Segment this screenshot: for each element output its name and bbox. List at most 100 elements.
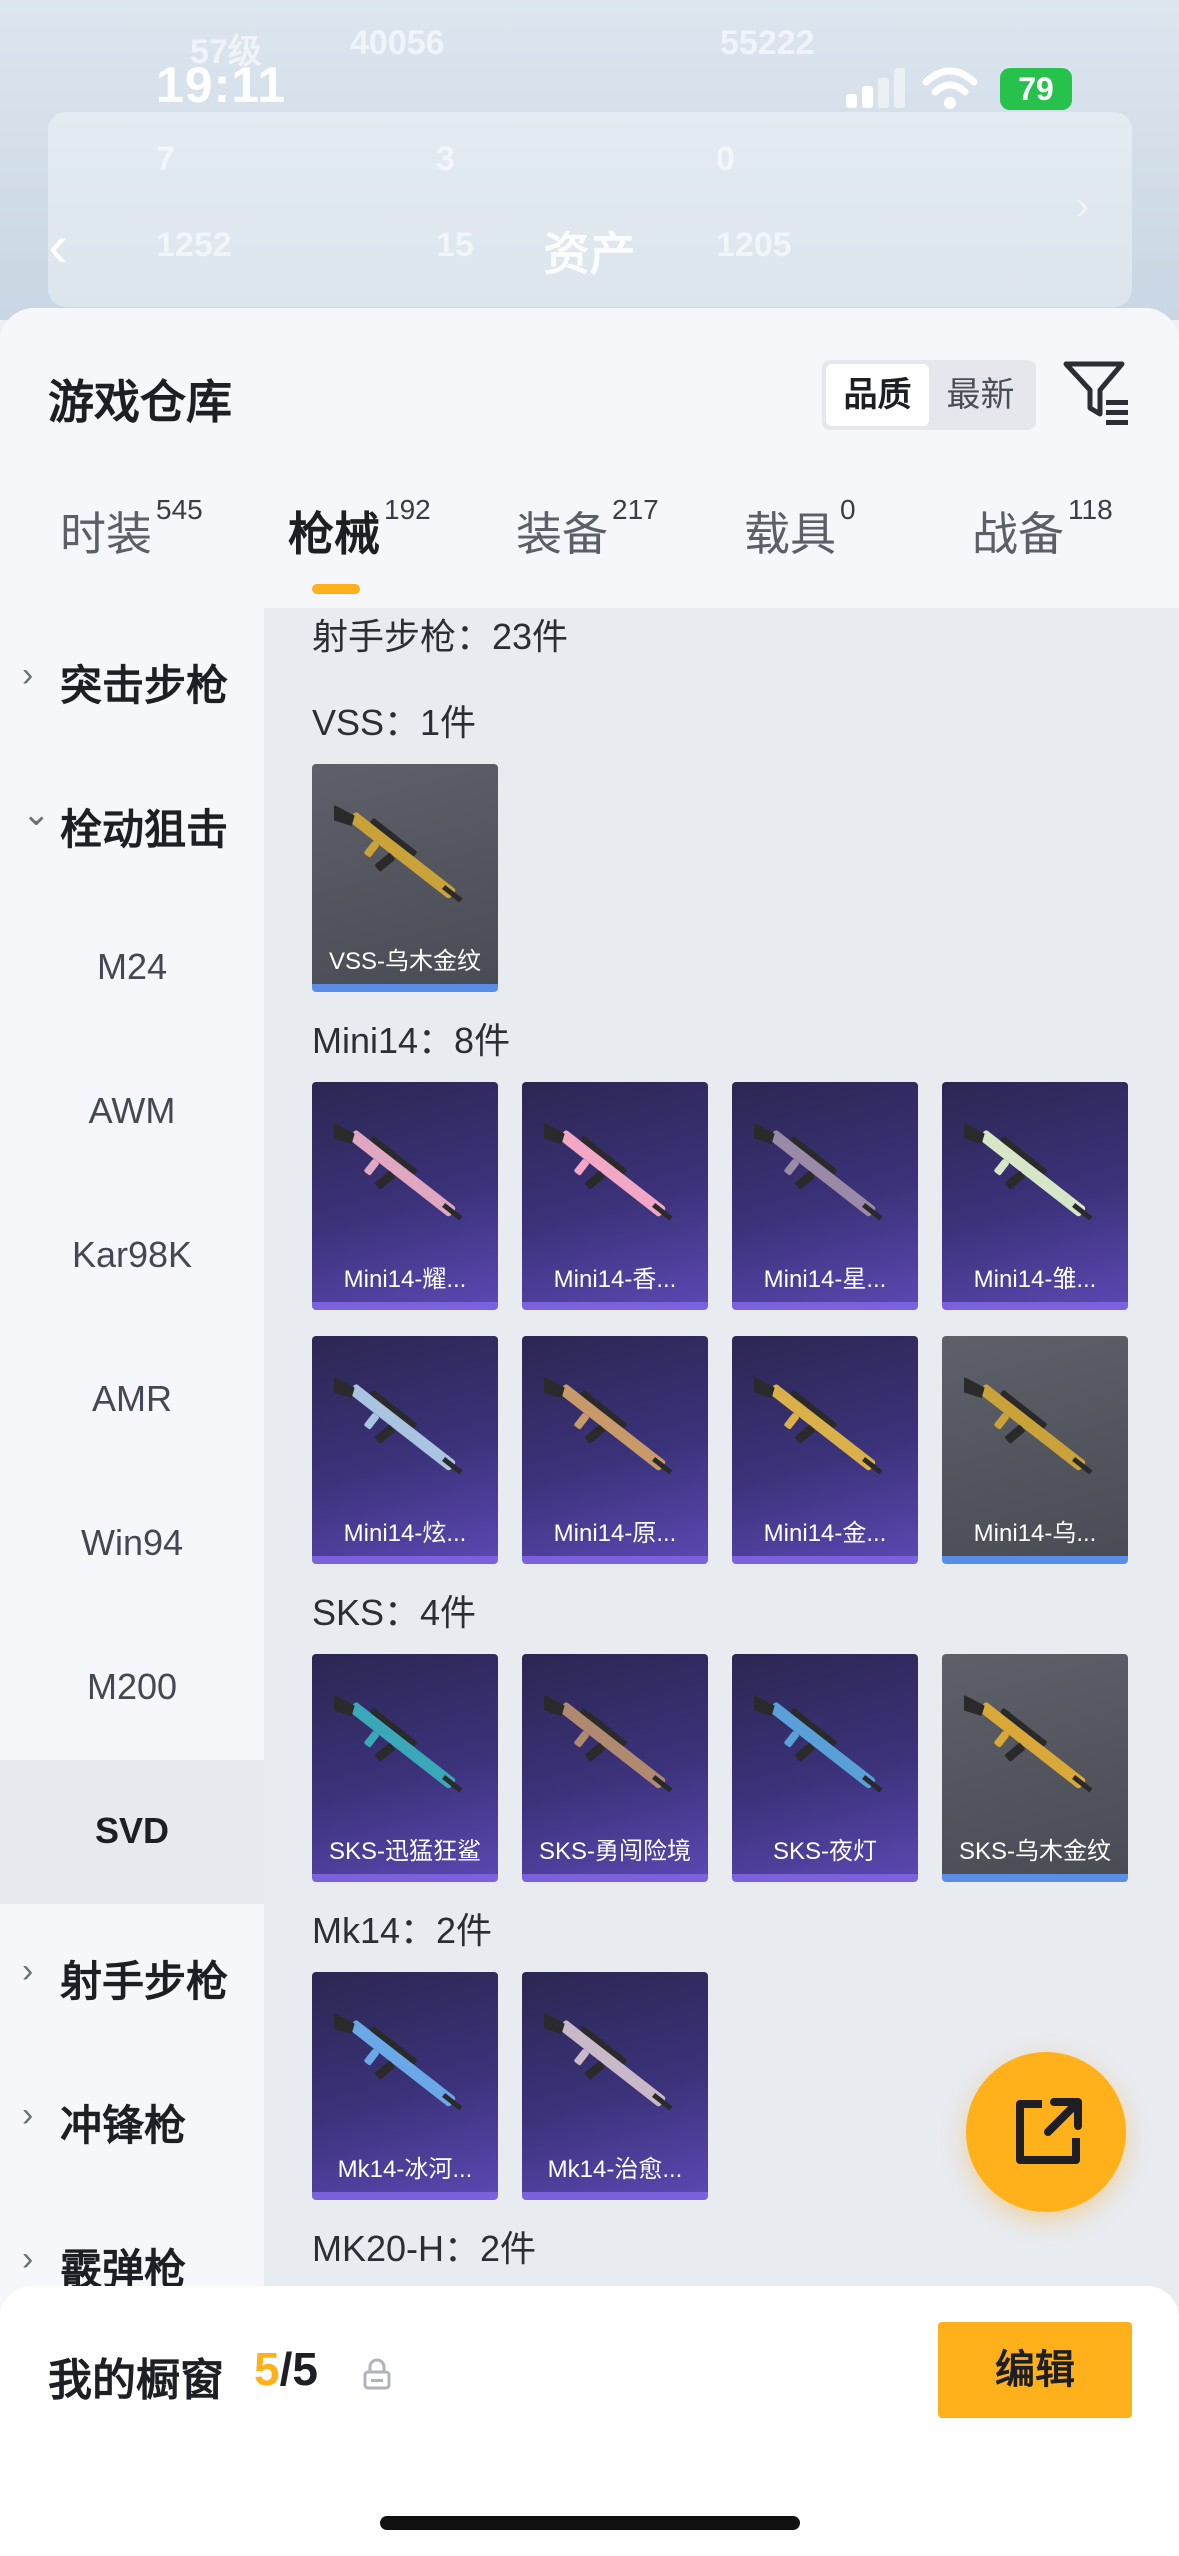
sort-toggle: 品质 最新: [822, 360, 1036, 430]
sort-latest-button[interactable]: 最新: [929, 364, 1032, 426]
sidebar-item-m24[interactable]: M24: [0, 896, 264, 1040]
weapon-card-name: SKS-夜灯: [772, 1838, 877, 1865]
chevron-right-icon: ›: [22, 656, 34, 694]
edit-button[interactable]: 编辑: [938, 2322, 1132, 2418]
rifle-icon: [964, 1123, 1093, 1221]
weapon-card[interactable]: Mk14-冰河...: [312, 1972, 498, 2200]
chevron-right-icon: ›: [22, 1952, 34, 1990]
weapon-card-name: Mini14-星...: [763, 1266, 887, 1293]
weapon-card[interactable]: SKS-勇闯险境: [522, 1654, 708, 1882]
rifle-icon: [754, 1123, 883, 1221]
weapon-card-name: Mk14-治愈...: [547, 2156, 683, 2183]
weapon-card-name: Mini14-香...: [553, 1266, 677, 1293]
weapon-card[interactable]: Mini14-乌...: [942, 1336, 1128, 1564]
tab-label: 枪械: [288, 508, 380, 560]
tab-label: 战备: [972, 508, 1064, 560]
sidebar-item-awm[interactable]: AWM: [0, 1040, 264, 1184]
weapon-card-name: SKS-勇闯险境: [538, 1838, 691, 1865]
tab-firearms[interactable]: 枪械 192: [288, 494, 431, 608]
sidebar-item-label: AMR: [92, 1378, 172, 1419]
weapon-card-name: Mini14-原...: [553, 1520, 677, 1547]
tab-count: 118: [1068, 494, 1113, 525]
weapon-card-name: Mk14-冰河...: [337, 2156, 473, 2183]
weapon-card[interactable]: SKS-乌木金纹: [942, 1654, 1128, 1882]
sidebar-item-smg[interactable]: › 冲锋枪: [0, 2048, 264, 2192]
sidebar-item-marksman-rifle[interactable]: › 射手步枪: [0, 1904, 264, 2048]
share-button[interactable]: [966, 2052, 1126, 2212]
weapon-card-name: Mini14-耀...: [343, 1266, 467, 1293]
weapon-card-name: VSS-乌木金纹: [328, 948, 481, 975]
weapon-card[interactable]: Mk14-治愈...: [522, 1972, 708, 2200]
weapon-card-name: Mini14-炫...: [343, 1520, 467, 1547]
sidebar-item-bolt-sniper[interactable]: ⌄ 栓动狙击: [0, 752, 264, 896]
showcase-total: /5: [279, 2343, 318, 2395]
rifle-icon: [964, 1695, 1093, 1793]
sort-quality-button[interactable]: 品质: [826, 364, 929, 426]
sidebar-item-label: AWM: [88, 1090, 176, 1131]
rifle-icon: [544, 1695, 673, 1793]
weapon-card-name: SKS-乌木金纹: [958, 1838, 1111, 1865]
sidebar-item-kar98k[interactable]: Kar98K: [0, 1184, 264, 1328]
group-title-mk14: Mk14：2件: [312, 1910, 493, 1951]
showcase-label: 我的橱窗: [48, 2356, 224, 2405]
weapon-card[interactable]: VSS-乌木金纹: [312, 764, 498, 992]
category-tabs: 时装 545 枪械 192 装备 217 载具 0 战备 118: [0, 494, 1179, 608]
tab-equipment[interactable]: 装备 217: [516, 494, 659, 608]
wifi-icon: [922, 67, 978, 109]
group-title-vss: VSS：1件: [312, 702, 477, 743]
rifle-icon: [754, 1377, 883, 1475]
tab-count: 545: [156, 494, 203, 525]
group-title-sks: SKS：4件: [312, 1592, 477, 1633]
nav-bar: ‹ 资产: [0, 200, 1179, 290]
weapon-card[interactable]: Mini14-星...: [732, 1082, 918, 1310]
tab-label: 时装: [60, 508, 152, 560]
status-bar: 19:11 79: [0, 40, 1179, 130]
sidebar-item-label: Kar98K: [71, 1234, 193, 1275]
weapon-card[interactable]: Mini14-香...: [522, 1082, 708, 1310]
tab-supplies[interactable]: 战备 118: [972, 494, 1113, 608]
weapon-card[interactable]: Mini14-耀...: [312, 1082, 498, 1310]
rifle-icon: [334, 1123, 463, 1221]
group-title-mk20h: MK20-H：2件: [312, 2228, 537, 2269]
tab-count: 0: [840, 494, 856, 525]
tab-count: 217: [612, 494, 659, 525]
warehouse-title: 游戏仓库: [48, 376, 232, 428]
external-link-icon: [1016, 2098, 1082, 2164]
rifle-icon: [334, 1695, 463, 1793]
sidebar-item-label: 冲锋枪: [60, 2102, 187, 2149]
showcase-current: 5: [254, 2343, 280, 2395]
chevron-right-icon: ›: [22, 2096, 34, 2134]
rifle-icon: [754, 1695, 883, 1793]
sidebar-item-svd[interactable]: SVD: [0, 1760, 264, 1904]
tab-vehicles[interactable]: 载具 0: [744, 494, 856, 608]
sidebar-item-win94[interactable]: Win94: [0, 1472, 264, 1616]
sidebar-item-assault-rifle[interactable]: › 突击步枪: [0, 608, 264, 752]
chevron-down-icon: ⌄: [22, 795, 51, 833]
stat-2: 3: [436, 140, 455, 178]
weapon-card-name: Mini14-雏...: [973, 1266, 1097, 1293]
weapon-card[interactable]: Mini14-金...: [732, 1336, 918, 1564]
sheet-header: 游戏仓库 品质 最新 时装 545 枪械 192 装备 217 载具 0 战备 …: [0, 308, 1179, 608]
rifle-icon: [544, 1377, 673, 1475]
home-indicator: [380, 2516, 800, 2530]
page-title: 资产: [543, 228, 636, 280]
showcase-count: 5/5: [254, 2342, 318, 2396]
sidebar-item-m200[interactable]: M200: [0, 1616, 264, 1760]
weapon-card-name: Mini14-乌...: [973, 1520, 1097, 1547]
weapon-card[interactable]: Mini14-炫...: [312, 1336, 498, 1564]
weapon-card[interactable]: Mini14-原...: [522, 1336, 708, 1564]
weapon-content-panel: 射手步枪：23件 VSS：1件 VSS-乌木金纹 Mini14：8件 Mini1…: [264, 608, 1179, 2556]
sidebar-item-amr[interactable]: AMR: [0, 1328, 264, 1472]
tab-fashion[interactable]: 时装 545: [60, 494, 203, 608]
weapon-card-name: SKS-迅猛狂鲨: [328, 1838, 481, 1865]
weapon-card[interactable]: Mini14-雏...: [942, 1082, 1128, 1310]
tab-count: 192: [384, 494, 431, 525]
warehouse-sheet: 游戏仓库 品质 最新 时装 545 枪械 192 装备 217 载具 0 战备 …: [0, 308, 1179, 2556]
rifle-icon: [964, 1377, 1093, 1475]
sidebar-item-label: 栓动狙击: [60, 806, 229, 853]
weapon-card[interactable]: SKS-夜灯: [732, 1654, 918, 1882]
tab-label: 载具: [744, 508, 836, 560]
sidebar-item-label: Win94: [80, 1522, 184, 1563]
filter-icon[interactable]: [1060, 356, 1132, 428]
weapon-card[interactable]: SKS-迅猛狂鲨: [312, 1654, 498, 1882]
